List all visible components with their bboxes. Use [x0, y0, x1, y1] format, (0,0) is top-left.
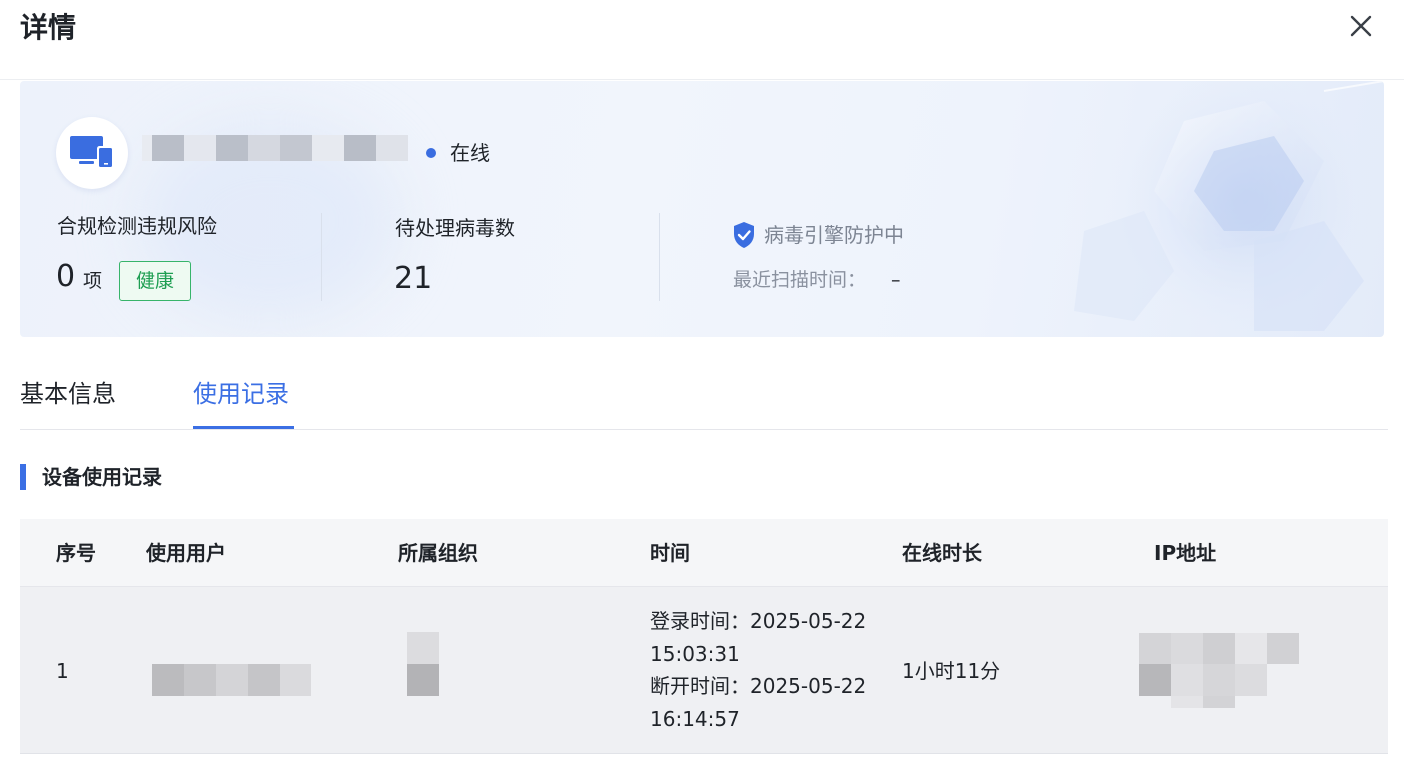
tab-bar: 基本信息 使用记录 [20, 360, 1388, 430]
virus-count-label: 待处理病毒数 [395, 216, 515, 240]
health-badge: 健康 [119, 261, 191, 301]
status-text: 在线 [450, 141, 490, 165]
compliance-value: 0 [56, 259, 76, 294]
stat-divider [321, 213, 322, 301]
section-accent-bar [20, 464, 26, 490]
section-title: 设备使用记录 [42, 465, 162, 489]
stat-divider [659, 213, 660, 301]
dialog-header: 详情 [0, 0, 1404, 80]
tab-usage-records[interactable]: 使用记录 [193, 376, 289, 412]
background-decoration [1074, 81, 1384, 331]
compliance-label: 合规检测违规风险 [57, 214, 217, 238]
column-header-duration: 在线时长 [902, 541, 982, 565]
online-duration: 1小时11分 [902, 659, 1001, 683]
device-summary-card: 在线 合规检测违规风险 0 项 健康 待处理病毒数 21 病毒引擎防护中 最近扫… [20, 81, 1384, 337]
column-header-organization: 所属组织 [398, 541, 478, 565]
login-time: 登录时间：2025-05-22 15:03:31 [650, 609, 867, 666]
tab-basic-info[interactable]: 基本信息 [20, 376, 116, 412]
virus-count-value: 21 [394, 261, 433, 296]
column-header-index: 序号 [56, 541, 96, 565]
column-header-ip: IP地址 [1154, 541, 1217, 565]
device-avatar [56, 117, 128, 189]
table-row[interactable]: 1 登录时间：2025-05-22 15:03:31 断开时间：2025-05-… [20, 587, 1388, 754]
column-header-user: 使用用户 [146, 541, 226, 565]
dialog-title: 详情 [20, 11, 77, 44]
usage-records-table: 序号 使用用户 所属组织 时间 在线时长 IP地址 1 登录时间：2025-05… [20, 519, 1388, 754]
shield-check-icon [734, 222, 754, 248]
device-icon [70, 136, 114, 169]
time-cell: 登录时间：2025-05-22 15:03:31 断开时间：2025-05-22… [650, 605, 880, 735]
compliance-unit: 项 [83, 270, 103, 292]
row-index: 1 [56, 659, 69, 683]
column-header-time: 时间 [650, 541, 690, 565]
close-button[interactable] [1344, 10, 1378, 44]
close-icon [1350, 15, 1372, 37]
logout-time: 断开时间：2025-05-22 16:14:57 [650, 674, 867, 731]
device-name-redacted [142, 135, 408, 161]
online-status: 在线 [426, 139, 490, 167]
last-scan-label: 最近扫描时间： [733, 269, 867, 291]
table-header: 序号 使用用户 所属组织 时间 在线时长 IP地址 [20, 519, 1388, 587]
engine-status: 病毒引擎防护中 [764, 223, 904, 247]
last-scan-value: – [891, 269, 901, 291]
active-tab-indicator [193, 426, 294, 429]
status-dot [426, 148, 436, 158]
